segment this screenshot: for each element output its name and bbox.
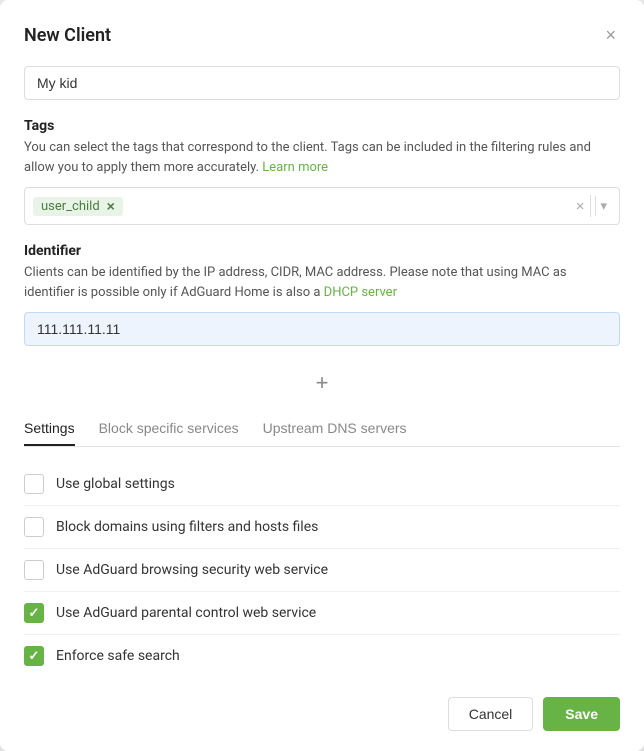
settings-list: Use global settings Block domains using … — [24, 463, 620, 677]
checkbox-browsing-security[interactable] — [24, 560, 44, 580]
setting-row-global: Use global settings — [24, 463, 620, 506]
modal-footer: Cancel Save — [24, 677, 620, 731]
setting-label-global: Use global settings — [56, 476, 175, 492]
checkbox-block-domains[interactable] — [24, 517, 44, 537]
setting-label-browsing-security: Use AdGuard browsing security web servic… — [56, 562, 328, 578]
setting-row-safe-search: ✓ Enforce safe search — [24, 635, 620, 677]
tags-dropdown-button[interactable]: ▾ — [595, 196, 611, 216]
checkbox-global[interactable] — [24, 474, 44, 494]
identifier-description: Clients can be identified by the IP addr… — [24, 263, 620, 302]
save-button[interactable]: Save — [543, 697, 620, 731]
add-identifier-button[interactable]: + — [308, 370, 337, 396]
tags-clear-button[interactable]: × — [574, 196, 587, 217]
check-icon-safe-search: ✓ — [29, 650, 40, 663]
tab-settings[interactable]: Settings — [24, 412, 75, 446]
identifier-section-title: Identifier — [24, 243, 620, 259]
tag-label: user_child — [41, 199, 100, 214]
modal-title: New Client — [24, 25, 111, 46]
setting-row-block-domains: Block domains using filters and hosts fi… — [24, 506, 620, 549]
identifier-section: Identifier Clients can be identified by … — [24, 243, 620, 354]
setting-label-parental-control: Use AdGuard parental control web service — [56, 605, 316, 621]
settings-tabs: Settings Block specific services Upstrea… — [24, 412, 620, 447]
identifier-input[interactable] — [37, 321, 607, 337]
tags-input-container: user_child × × ▾ — [24, 187, 620, 225]
tags-description: You can select the tags that correspond … — [24, 138, 620, 177]
modal-header: New Client × — [24, 24, 620, 46]
tab-upstream-dns[interactable]: Upstream DNS servers — [263, 412, 407, 446]
tags-learn-more-link[interactable]: Learn more — [262, 160, 328, 175]
check-icon-parental: ✓ — [29, 607, 40, 620]
setting-label-safe-search: Enforce safe search — [56, 648, 180, 664]
setting-row-parental-control: ✓ Use AdGuard parental control web servi… — [24, 592, 620, 635]
setting-row-browsing-security: Use AdGuard browsing security web servic… — [24, 549, 620, 592]
close-button[interactable]: × — [601, 24, 620, 46]
dhcp-server-link[interactable]: DHCP server — [324, 285, 397, 300]
new-client-modal: New Client × Tags You can select the tag… — [0, 0, 644, 751]
client-name-input[interactable] — [24, 66, 620, 100]
tag-remove-button[interactable]: × — [105, 199, 117, 213]
checkbox-parental-control[interactable]: ✓ — [24, 603, 44, 623]
checkbox-safe-search[interactable]: ✓ — [24, 646, 44, 666]
tags-actions: × ▾ — [574, 195, 611, 217]
cancel-button[interactable]: Cancel — [448, 697, 534, 731]
tags-divider — [590, 195, 591, 217]
tab-block-services[interactable]: Block specific services — [99, 412, 239, 446]
tag-badge-user-child: user_child × — [33, 197, 123, 216]
identifier-input-row — [24, 312, 620, 346]
add-identifier-row: + — [24, 370, 620, 396]
setting-label-block-domains: Block domains using filters and hosts fi… — [56, 519, 318, 535]
tags-section-title: Tags — [24, 118, 620, 134]
